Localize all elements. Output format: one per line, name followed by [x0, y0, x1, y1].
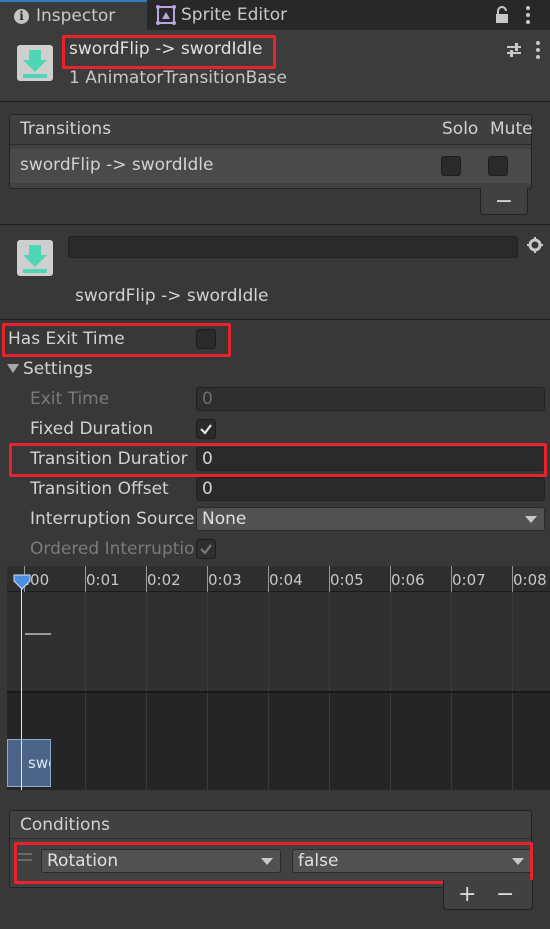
tick-label: 0:08	[513, 571, 547, 589]
solo-column-label: Solo	[442, 119, 479, 139]
transition-label: swordFlip -> swordIdle	[75, 286, 269, 306]
tick-label: 0:06	[391, 571, 425, 589]
tick-label: 0:04	[269, 571, 303, 589]
interruption-source-dropdown[interactable]: None	[196, 507, 545, 531]
tick-label: 0:02	[147, 571, 181, 589]
tick-label: 0:07	[452, 571, 486, 589]
conditions-list: Conditions Rotation false	[9, 810, 532, 888]
conditions-header: Conditions	[10, 811, 531, 839]
transition-row-name: swordFlip -> swordIdle	[20, 155, 214, 175]
transition-name-field[interactable]	[68, 236, 518, 258]
remove-condition-button[interactable]: −	[496, 882, 514, 907]
destination-clip-label: swo	[28, 754, 50, 772]
transition-row[interactable]: swordFlip -> swordIdle	[10, 149, 531, 183]
transition-offset-label: Transition Offset	[30, 479, 169, 499]
transition-icon	[17, 240, 53, 276]
tick-label: 0:01	[86, 571, 120, 589]
interruption-source-value: None	[202, 509, 247, 529]
tab-bar: i Inspector Sprite Editor	[0, 0, 550, 30]
condition-value: false	[298, 851, 339, 871]
conditions-footer: + −	[443, 880, 533, 910]
header-more-icon[interactable]	[536, 41, 540, 59]
timeline-ruler: :00 0:01 0:02 0:03 0:04 0:05 0:06 0:07 0…	[7, 566, 550, 592]
drag-handle-icon[interactable]	[18, 853, 32, 861]
solo-checkbox[interactable]	[441, 156, 461, 176]
transition-duration-label: Transition Duratior	[30, 449, 188, 469]
checkmark-icon	[200, 544, 212, 555]
has-exit-time-checkbox[interactable]	[196, 329, 216, 349]
gear-icon[interactable]	[527, 237, 543, 253]
header-title: swordFlip -> swordIdle	[69, 39, 263, 59]
transition-timeline[interactable]: :00 0:01 0:02 0:03 0:04 0:05 0:06 0:07 0…	[7, 566, 550, 790]
tick-label: 0:05	[330, 571, 364, 589]
ordered-interruption-label: Ordered Interruptio	[30, 539, 194, 559]
fixed-duration-label: Fixed Duration	[30, 419, 154, 439]
chevron-down-icon	[525, 516, 537, 523]
tab-inspector-label: Inspector	[36, 6, 116, 26]
settings-foldout-label[interactable]: Settings	[23, 359, 93, 379]
source-state-bar	[25, 633, 51, 635]
add-condition-button[interactable]: +	[458, 882, 476, 907]
chevron-down-icon	[261, 858, 273, 865]
inspector-header: swordFlip -> swordIdle 1 AnimatorTransit…	[0, 30, 550, 102]
destination-clip[interactable]: swo	[7, 739, 51, 787]
fixed-duration-checkbox[interactable]	[196, 419, 216, 439]
more-options-icon[interactable]	[526, 6, 530, 24]
timeline-track-source	[7, 592, 550, 692]
transition-duration-field[interactable]: 0	[196, 447, 545, 471]
tab-sprite-editor[interactable]: Sprite Editor	[150, 0, 320, 30]
remove-transition-button[interactable]: −	[480, 188, 528, 215]
condition-parameter-dropdown[interactable]: Rotation	[41, 849, 281, 873]
transitions-list-header: Transitions Solo Mute	[10, 115, 533, 145]
condition-value-dropdown[interactable]: false	[292, 849, 532, 873]
playhead-marker-icon[interactable]	[12, 573, 32, 591]
transitions-title: Transitions	[20, 119, 112, 139]
track-divider	[7, 691, 550, 693]
mute-column-label: Mute	[490, 119, 533, 139]
transition-offset-field[interactable]: 0	[196, 477, 545, 501]
settings-foldout-icon[interactable]	[7, 364, 19, 373]
divider	[0, 319, 550, 320]
playhead-line	[21, 576, 22, 790]
interruption-source-label: Interruption Source	[30, 509, 194, 529]
lock-icon[interactable]	[494, 6, 510, 24]
presets-icon[interactable]	[506, 42, 522, 58]
conditions-title: Conditions	[20, 815, 110, 835]
transitions-list: Transitions Solo Mute swordFlip -> sword…	[9, 114, 533, 189]
header-subtitle: 1 AnimatorTransitionBase	[69, 68, 287, 88]
exit-time-label: Exit Time	[30, 389, 110, 409]
transition-icon	[17, 45, 53, 81]
mute-checkbox[interactable]	[488, 156, 508, 176]
tick-label: 0:03	[208, 571, 242, 589]
timeline-track-destination	[7, 692, 550, 790]
sprite-editor-icon	[156, 5, 176, 25]
chevron-down-icon	[512, 858, 524, 865]
has-exit-time-label: Has Exit Time	[8, 329, 125, 349]
tab-sprite-editor-label: Sprite Editor	[181, 5, 288, 25]
divider	[0, 224, 550, 225]
info-icon: i	[14, 8, 29, 24]
exit-time-field: 0	[196, 387, 545, 411]
condition-parameter-value: Rotation	[47, 851, 119, 871]
ordered-interruption-checkbox	[196, 539, 216, 559]
checkmark-icon	[200, 424, 212, 435]
tab-inspector[interactable]: i Inspector	[0, 0, 147, 30]
